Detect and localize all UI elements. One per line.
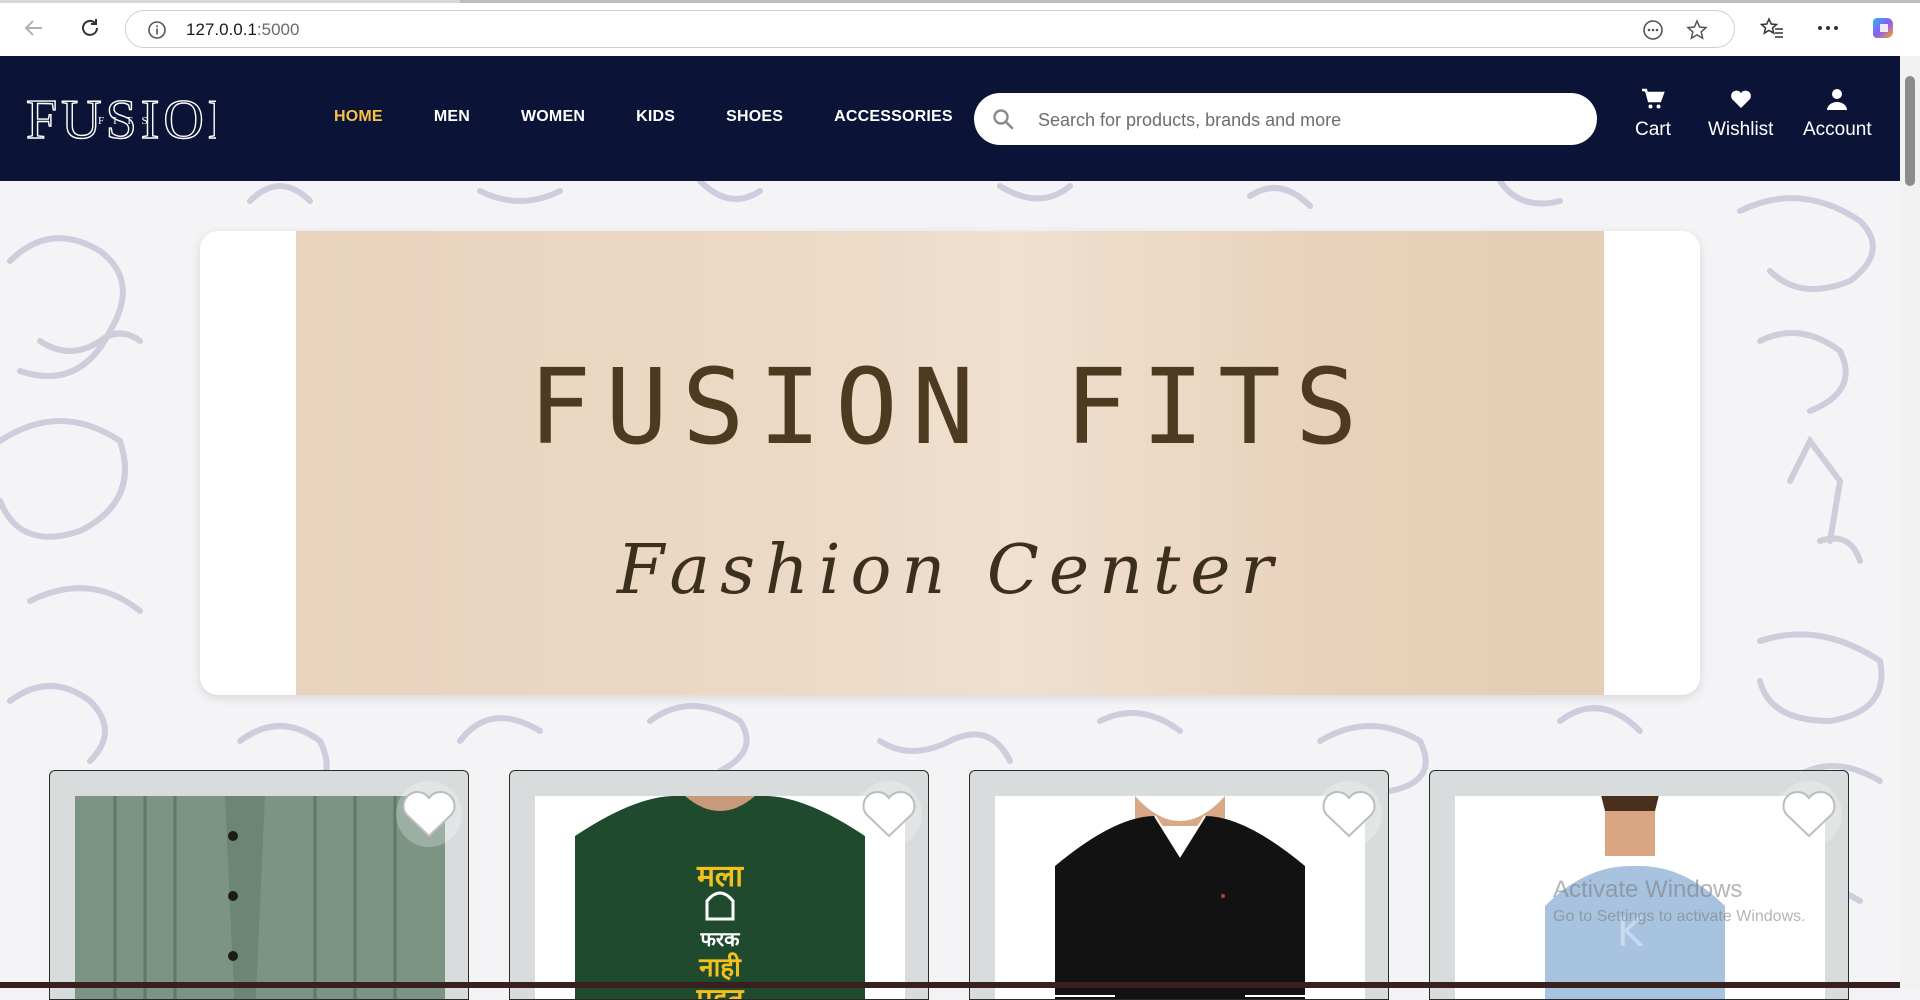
product-image <box>995 796 1365 999</box>
reload-icon[interactable] <box>76 14 104 42</box>
user-icon <box>1825 88 1849 115</box>
nav-women[interactable]: WOMEN <box>521 108 585 126</box>
browser-toolbar: 127.0.0.1:5000 <box>0 0 1920 57</box>
product-card[interactable] <box>969 770 1389 1000</box>
account-button[interactable]: Account <box>1803 88 1872 141</box>
address-bar[interactable]: 127.0.0.1:5000 <box>125 10 1735 48</box>
cart-button[interactable]: Cart <box>1635 88 1671 141</box>
heart-icon <box>1729 88 1753 115</box>
banner-subtitle: Fashion Center <box>616 531 1284 610</box>
product-image: मला फरक नाही पडत <box>535 796 905 999</box>
svg-text:नाही: नाही <box>698 952 742 983</box>
banner-title: FUSION FITS <box>528 346 1372 468</box>
copilot-icon[interactable] <box>1870 14 1898 42</box>
search-input[interactable] <box>1036 106 1580 134</box>
svg-text:फरक: फरक <box>700 927 742 951</box>
favorites-icon[interactable] <box>1758 14 1786 42</box>
logo-subtext: FITS <box>98 115 157 127</box>
nav-shoes[interactable]: SHOES <box>726 108 783 126</box>
bottom-strip <box>0 982 1900 988</box>
search-box[interactable] <box>974 93 1597 145</box>
info-icon[interactable] <box>146 19 168 41</box>
nav-kids[interactable]: KIDS <box>636 108 675 126</box>
wishlist-button[interactable]: Wishlist <box>1708 88 1773 141</box>
cart-icon <box>1641 88 1665 115</box>
search-icon[interactable] <box>992 108 1014 135</box>
cart-label: Cart <box>1635 119 1671 140</box>
wishlist-heart-icon[interactable] <box>1776 781 1842 847</box>
product-card[interactable]: मला फरक नाही पडत <box>509 770 929 1000</box>
wishlist-label: Wishlist <box>1708 119 1774 140</box>
tab-strip <box>0 0 460 3</box>
nav-home[interactable]: HOME <box>334 108 383 126</box>
address-url[interactable]: 127.0.0.1:5000 <box>186 20 299 40</box>
windows-activation-watermark: Activate Windows Go to Settings to activ… <box>1553 876 1806 926</box>
main-nav: HOME MEN WOMEN KIDS SHOES ACCESSORIES <box>334 108 1004 126</box>
banner-image: FUSION FITS Fashion Center <box>296 231 1604 695</box>
wishlist-heart-icon[interactable] <box>1316 781 1382 847</box>
scrollbar-thumb[interactable] <box>1905 76 1915 186</box>
reading-mode-icon[interactable] <box>1642 19 1664 41</box>
site-logo[interactable]: FUSION FITS <box>25 88 249 151</box>
tab-strip-active <box>460 0 1920 3</box>
product-card[interactable] <box>49 770 469 1000</box>
nav-men[interactable]: MEN <box>434 108 470 126</box>
watermark-line2: Go to Settings to activate Windows. <box>1553 908 1806 925</box>
nav-accessories[interactable]: ACCESSORIES <box>834 108 953 126</box>
site-header: FUSION FITS HOME MEN WOMEN KIDS SHOES AC… <box>0 56 1900 181</box>
svg-text:मला: मला <box>696 859 744 894</box>
wishlist-heart-icon[interactable] <box>856 781 922 847</box>
page-scrollbar[interactable] <box>1900 56 1920 988</box>
account-label: Account <box>1803 119 1872 140</box>
back-icon[interactable] <box>20 14 48 42</box>
ellipsis-icon[interactable] <box>1814 14 1842 42</box>
hero-banner[interactable]: FUSION FITS Fashion Center <box>200 231 1700 695</box>
star-icon[interactable] <box>1686 19 1708 41</box>
product-image <box>75 796 445 999</box>
watermark-line1: Activate Windows <box>1553 876 1743 903</box>
wishlist-heart-icon[interactable] <box>396 781 462 847</box>
